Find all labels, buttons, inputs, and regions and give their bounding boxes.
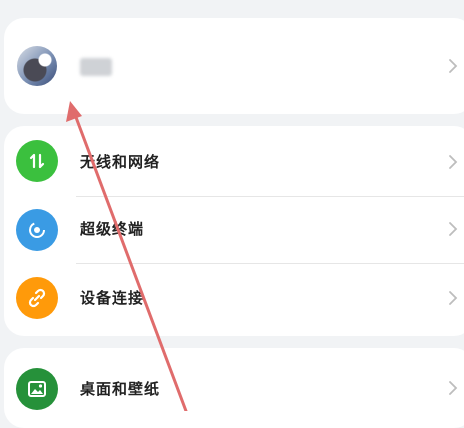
settings-item-label: 超级终端 (80, 220, 145, 238)
link-icon (16, 277, 58, 319)
super-device-icon (16, 209, 58, 251)
wallpaper-icon (16, 368, 58, 410)
network-settings-group: 无线和网络 超级终端 设备连接 (4, 126, 464, 336)
chevron-right-icon (449, 381, 458, 395)
settings-item-label: 设备连接 (80, 289, 145, 307)
chevron-right-icon (449, 59, 458, 73)
settings-item-device-connection[interactable]: 设备连接 (4, 264, 464, 334)
settings-item-wlan[interactable]: 无线和网络 (4, 126, 464, 196)
chevron-right-icon (449, 291, 458, 305)
wifi-arrows-icon (16, 140, 58, 182)
settings-item-super-device[interactable]: 超级终端 (4, 197, 464, 263)
account-card[interactable] (4, 18, 464, 114)
display-settings-group: 桌面和壁纸 (4, 348, 464, 428)
avatar (17, 46, 57, 86)
settings-item-desktop-wallpaper[interactable]: 桌面和壁纸 (4, 348, 464, 418)
chevron-right-icon (449, 222, 458, 236)
chevron-right-icon (449, 155, 458, 169)
account-name-redacted (80, 58, 112, 76)
settings-item-label: 无线和网络 (80, 153, 161, 171)
settings-item-label: 桌面和壁纸 (80, 380, 161, 398)
